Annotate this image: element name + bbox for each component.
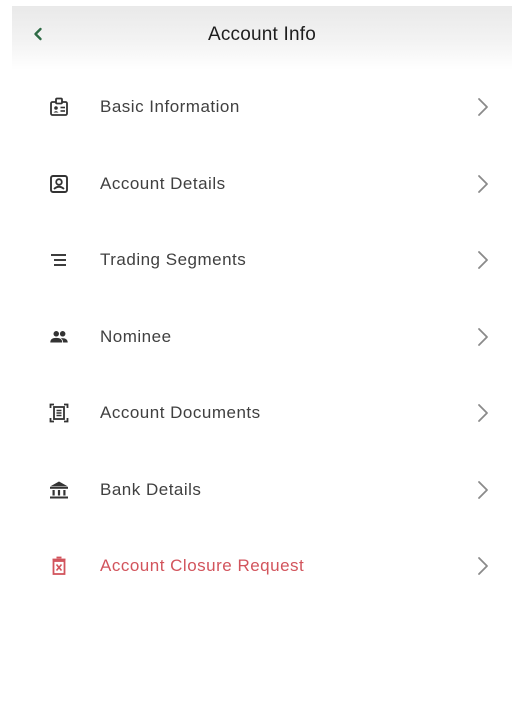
- menu-item-account-closure-request[interactable]: Account Closure Request: [0, 528, 524, 605]
- menu-item-label: Trading Segments: [100, 250, 247, 270]
- chevron-right-icon: [474, 326, 492, 348]
- menu-item-bank-details[interactable]: Bank Details: [0, 452, 524, 529]
- bank-icon: [48, 479, 70, 501]
- menu-item-nominee[interactable]: Nominee: [0, 299, 524, 376]
- account-box-icon: [48, 173, 70, 195]
- chevron-right-icon: [474, 249, 492, 271]
- id-badge-icon: [48, 96, 70, 118]
- menu-item-label: Nominee: [100, 326, 172, 346]
- chevron-right-icon: [474, 555, 492, 577]
- chevron-right-icon: [474, 173, 492, 195]
- segments-list-icon: [48, 249, 70, 271]
- document-scan-icon: [48, 402, 70, 424]
- chevron-right-icon: [474, 96, 492, 118]
- menu-item-label: Basic Information: [100, 97, 240, 117]
- chevron-right-icon: [474, 402, 492, 424]
- app-header: Account Info: [12, 6, 512, 70]
- menu-item-basic-information[interactable]: Basic Information: [0, 69, 524, 146]
- account-menu: Basic Information Account Details Tradin…: [0, 69, 524, 605]
- menu-item-label: Account Closure Request: [100, 556, 305, 576]
- people-icon: [48, 326, 70, 348]
- page-title: Account Info: [207, 24, 317, 45]
- menu-item-trading-segments[interactable]: Trading Segments: [0, 222, 524, 299]
- menu-item-label: Bank Details: [100, 479, 202, 499]
- menu-item-account-documents[interactable]: Account Documents: [0, 375, 524, 452]
- chevron-right-icon: [474, 479, 492, 501]
- delete-bin-icon: [48, 555, 70, 577]
- menu-item-account-details[interactable]: Account Details: [0, 146, 524, 223]
- menu-item-label: Account Documents: [100, 403, 261, 423]
- app-screen: Account Info Basic Information Account D…: [0, 0, 524, 725]
- menu-item-label: Account Details: [100, 173, 226, 193]
